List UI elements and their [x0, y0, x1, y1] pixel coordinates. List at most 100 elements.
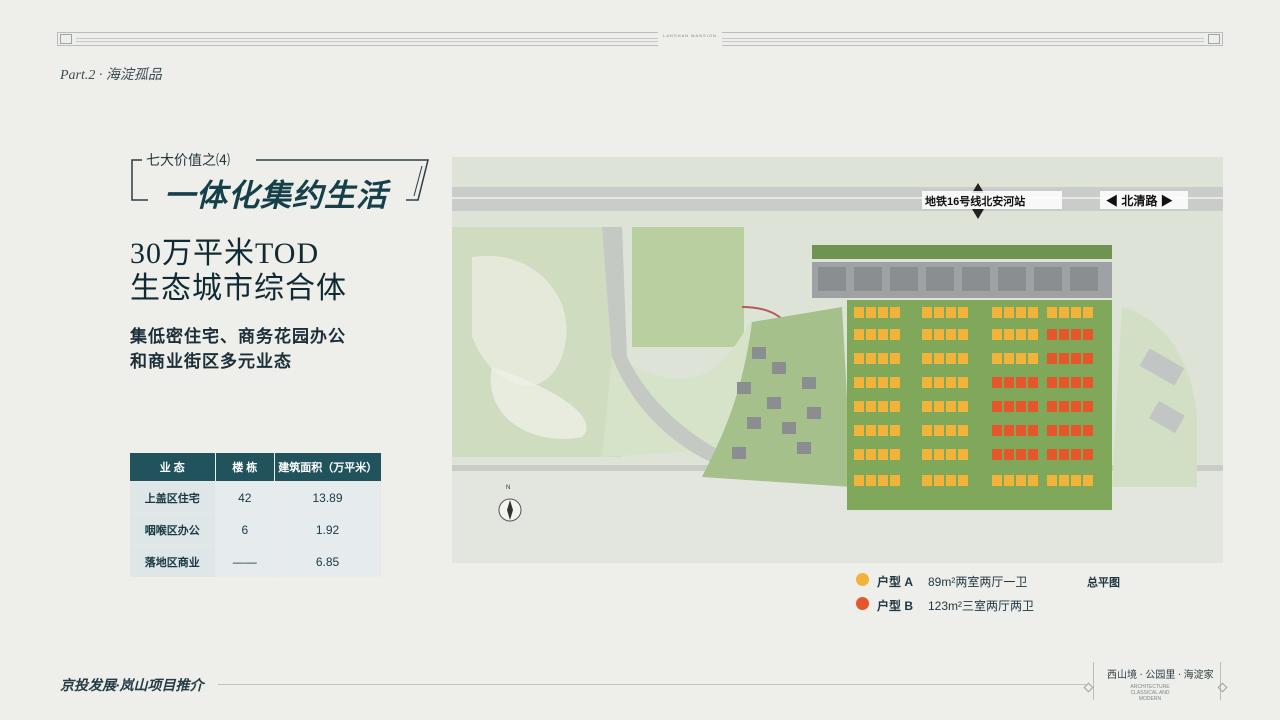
residential-unit-grid [732, 267, 1098, 486]
unit-block [922, 307, 932, 318]
unit-block [958, 425, 968, 436]
unit-block [878, 377, 888, 388]
unit-block [1083, 449, 1093, 460]
legend-type-a-desc: 89m²两室两厅一卫 [928, 575, 1028, 589]
unit-block [878, 353, 888, 364]
unit-block [1028, 425, 1038, 436]
unit-block [992, 475, 1002, 486]
unit-block [1016, 425, 1026, 436]
unit-block [946, 475, 956, 486]
commercial-building [732, 447, 746, 459]
commercial-building [747, 417, 761, 429]
table-row: 落地区商业 —— 6.85 [130, 545, 381, 577]
unit-block [946, 329, 956, 340]
unit-block [890, 329, 900, 340]
description-line-2: 和商业街区多元业态 [130, 352, 292, 371]
unit-block [946, 353, 956, 364]
unit-block [854, 475, 864, 486]
unit-block [1004, 329, 1014, 340]
table-cell-area: 1.92 [274, 513, 381, 546]
table-row: 上盖区住宅 42 13.89 [130, 481, 381, 514]
unit-block [854, 353, 864, 364]
unit-block [890, 307, 900, 318]
unit-block [1083, 307, 1093, 318]
unit-block [1016, 377, 1026, 388]
commercial-building [802, 377, 816, 389]
table-cell-buildings: 6 [215, 513, 276, 546]
unit-block [946, 449, 956, 460]
unit-block [992, 377, 1002, 388]
unit-block [958, 401, 968, 412]
unit-block [1028, 377, 1038, 388]
table-cell-type: 咽喉区办公 [130, 513, 216, 546]
road-label: ◀ 北清路 ▶ [1106, 194, 1173, 208]
unit-block [1071, 353, 1081, 364]
unit-block [922, 449, 932, 460]
unit-block [992, 353, 1002, 364]
unit-block [866, 353, 876, 364]
unit-block [866, 377, 876, 388]
table-header-area: 建筑面积（万平米） [274, 453, 381, 482]
unit-block [890, 475, 900, 486]
unit-block [890, 425, 900, 436]
footer-slogan-en: ARCHITECTURE CLASSICAL AND MODERN [1130, 684, 1170, 702]
commercial-building [737, 382, 751, 394]
unit-block [922, 475, 932, 486]
unit-block [1028, 449, 1038, 460]
unit-block [992, 401, 1002, 412]
unit-block [1047, 377, 1057, 388]
unit-block [1004, 377, 1014, 388]
unit-block [1059, 401, 1069, 412]
unit-block [1059, 377, 1069, 388]
unit-block [992, 449, 1002, 460]
unit-block [992, 425, 1002, 436]
unit-block [1059, 475, 1069, 486]
unit-block [1028, 329, 1038, 340]
unit-block [1083, 401, 1093, 412]
commercial-building [752, 347, 766, 359]
unit-block [1059, 449, 1069, 460]
unit-block [890, 377, 900, 388]
office-building [998, 267, 1026, 291]
legend-type-b-label: 户型 B [877, 599, 914, 613]
table-cell-type: 上盖区住宅 [130, 481, 216, 514]
office-building [890, 267, 918, 291]
office-building [1034, 267, 1062, 291]
unit-block [854, 449, 864, 460]
unit-block [1059, 353, 1069, 364]
table-cell-type: 落地区商业 [130, 545, 216, 577]
unit-block [878, 329, 888, 340]
top-ornament-bar: LANSHAN MANSION [57, 32, 1223, 46]
footer-slogan: 西山境 · 公园里 · 海淀家 [1107, 670, 1214, 681]
unit-block [1028, 475, 1038, 486]
unit-block [1016, 329, 1026, 340]
plan-label: 总平图 [1087, 577, 1120, 589]
table-cell-area: 13.89 [274, 481, 381, 514]
unit-block [1016, 401, 1026, 412]
unit-block [1004, 353, 1014, 364]
unit-block [1083, 425, 1093, 436]
unit-block [958, 377, 968, 388]
compass-label: N [506, 485, 511, 491]
unit-block [934, 353, 944, 364]
unit-block [1016, 475, 1026, 486]
unit-block [1004, 401, 1014, 412]
unit-block [1083, 377, 1093, 388]
commercial-building [772, 362, 786, 374]
unit-block [922, 329, 932, 340]
office-building [926, 267, 954, 291]
footer-divider [218, 684, 1086, 685]
table-row: 咽喉区办公 6 1.92 [130, 513, 381, 546]
unit-block [1071, 475, 1081, 486]
station-label: 地铁16号线北安河站 [925, 196, 1026, 208]
unit-block [934, 449, 944, 460]
description-line-1: 集低密住宅、商务花园办公 [130, 327, 346, 346]
unit-block [866, 401, 876, 412]
unit-block [1047, 475, 1057, 486]
unit-block [878, 307, 888, 318]
unit-block [922, 401, 932, 412]
unit-block [890, 353, 900, 364]
unit-block [946, 425, 956, 436]
unit-block [922, 353, 932, 364]
unit-block [1071, 425, 1081, 436]
